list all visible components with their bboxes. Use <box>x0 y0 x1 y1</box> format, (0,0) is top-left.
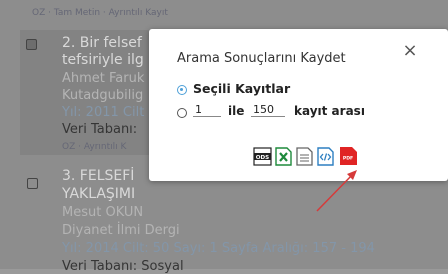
annotation-arrow-icon <box>316 170 357 212</box>
